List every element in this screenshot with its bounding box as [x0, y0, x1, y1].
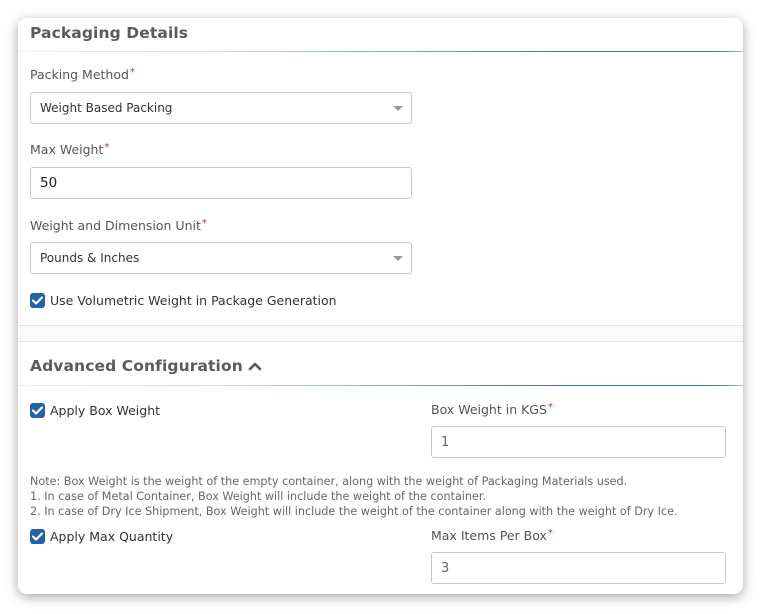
advanced-configuration-title: Advanced Configuration	[30, 357, 243, 375]
packaging-details-title-text: Packaging Details	[30, 24, 189, 42]
max-weight-label-text: Max Weight	[30, 142, 104, 157]
packing-method-select[interactable]: Weight Based Packing	[30, 92, 412, 124]
apply-box-weight-checkbox[interactable]	[30, 403, 45, 418]
advanced-configuration-section: Advanced Configuration Apply Box Weight …	[18, 341, 743, 594]
section-divider	[18, 51, 743, 52]
settings-card: Packaging Details Packing Method* Weight…	[18, 18, 743, 594]
required-asterisk: *	[547, 528, 553, 539]
dropdown-caret-icon	[393, 106, 403, 111]
max-items-input[interactable]: 3	[431, 552, 726, 584]
max-weight-input[interactable]: 50	[30, 167, 412, 199]
checkmark-icon	[32, 532, 43, 541]
required-asterisk: *	[201, 218, 207, 229]
box-weight-value: 1	[441, 434, 450, 450]
note-line: 2. In case of Dry Ice Shipment, Box Weig…	[30, 505, 678, 518]
volumetric-label: Use Volumetric Weight in Package Generat…	[50, 293, 337, 308]
note-line: Note: Box Weight is the weight of the em…	[30, 475, 628, 488]
unit-label: Weight and Dimension Unit*	[30, 218, 207, 233]
apply-box-weight-label: Apply Box Weight	[50, 403, 161, 418]
unit-select[interactable]: Pounds & Inches	[30, 242, 412, 274]
packaging-details-title: Packaging Details	[30, 24, 188, 42]
packaging-details-section: Packaging Details Packing Method* Weight…	[18, 18, 743, 326]
apply-max-quantity-checkbox[interactable]	[30, 529, 45, 544]
dropdown-caret-icon	[393, 256, 403, 261]
required-asterisk: *	[104, 142, 110, 153]
volumetric-checkbox-row[interactable]: Use Volumetric Weight in Package Generat…	[30, 293, 337, 308]
box-weight-label: Box Weight in KGS*	[431, 402, 553, 417]
max-weight-label: Max Weight*	[30, 142, 109, 157]
max-items-value: 3	[441, 560, 450, 576]
note-line: 1. In case of Metal Container, Box Weigh…	[30, 490, 487, 503]
box-weight-label-text: Box Weight in KGS	[431, 402, 547, 417]
checkmark-icon	[32, 296, 43, 305]
chevron-up-icon[interactable]	[248, 361, 262, 371]
unit-label-text: Weight and Dimension Unit	[30, 218, 201, 233]
packing-method-value: Weight Based Packing	[40, 101, 173, 115]
section-gap	[18, 326, 743, 341]
unit-value: Pounds & Inches	[40, 251, 140, 265]
packing-method-label-text: Packing Method	[30, 67, 129, 82]
section-divider	[18, 385, 743, 386]
apply-max-quantity-label: Apply Max Quantity	[50, 529, 174, 544]
box-weight-input[interactable]: 1	[431, 426, 726, 458]
max-items-label-text: Max Items Per Box	[431, 528, 547, 543]
required-asterisk: *	[129, 67, 135, 78]
box-weight-note: Note: Box Weight is the weight of the em…	[30, 474, 678, 519]
page: Packaging Details Packing Method* Weight…	[0, 0, 765, 614]
required-asterisk: *	[547, 402, 553, 413]
apply-max-quantity-row[interactable]: Apply Max Quantity	[30, 529, 173, 544]
advanced-configuration-toggle[interactable]: Advanced Configuration	[30, 357, 262, 375]
volumetric-checkbox[interactable]	[30, 293, 45, 308]
packing-method-label: Packing Method*	[30, 67, 135, 82]
apply-box-weight-row[interactable]: Apply Box Weight	[30, 403, 160, 418]
max-items-label: Max Items Per Box*	[431, 528, 553, 543]
max-weight-value: 50	[40, 175, 58, 191]
checkmark-icon	[32, 406, 43, 415]
